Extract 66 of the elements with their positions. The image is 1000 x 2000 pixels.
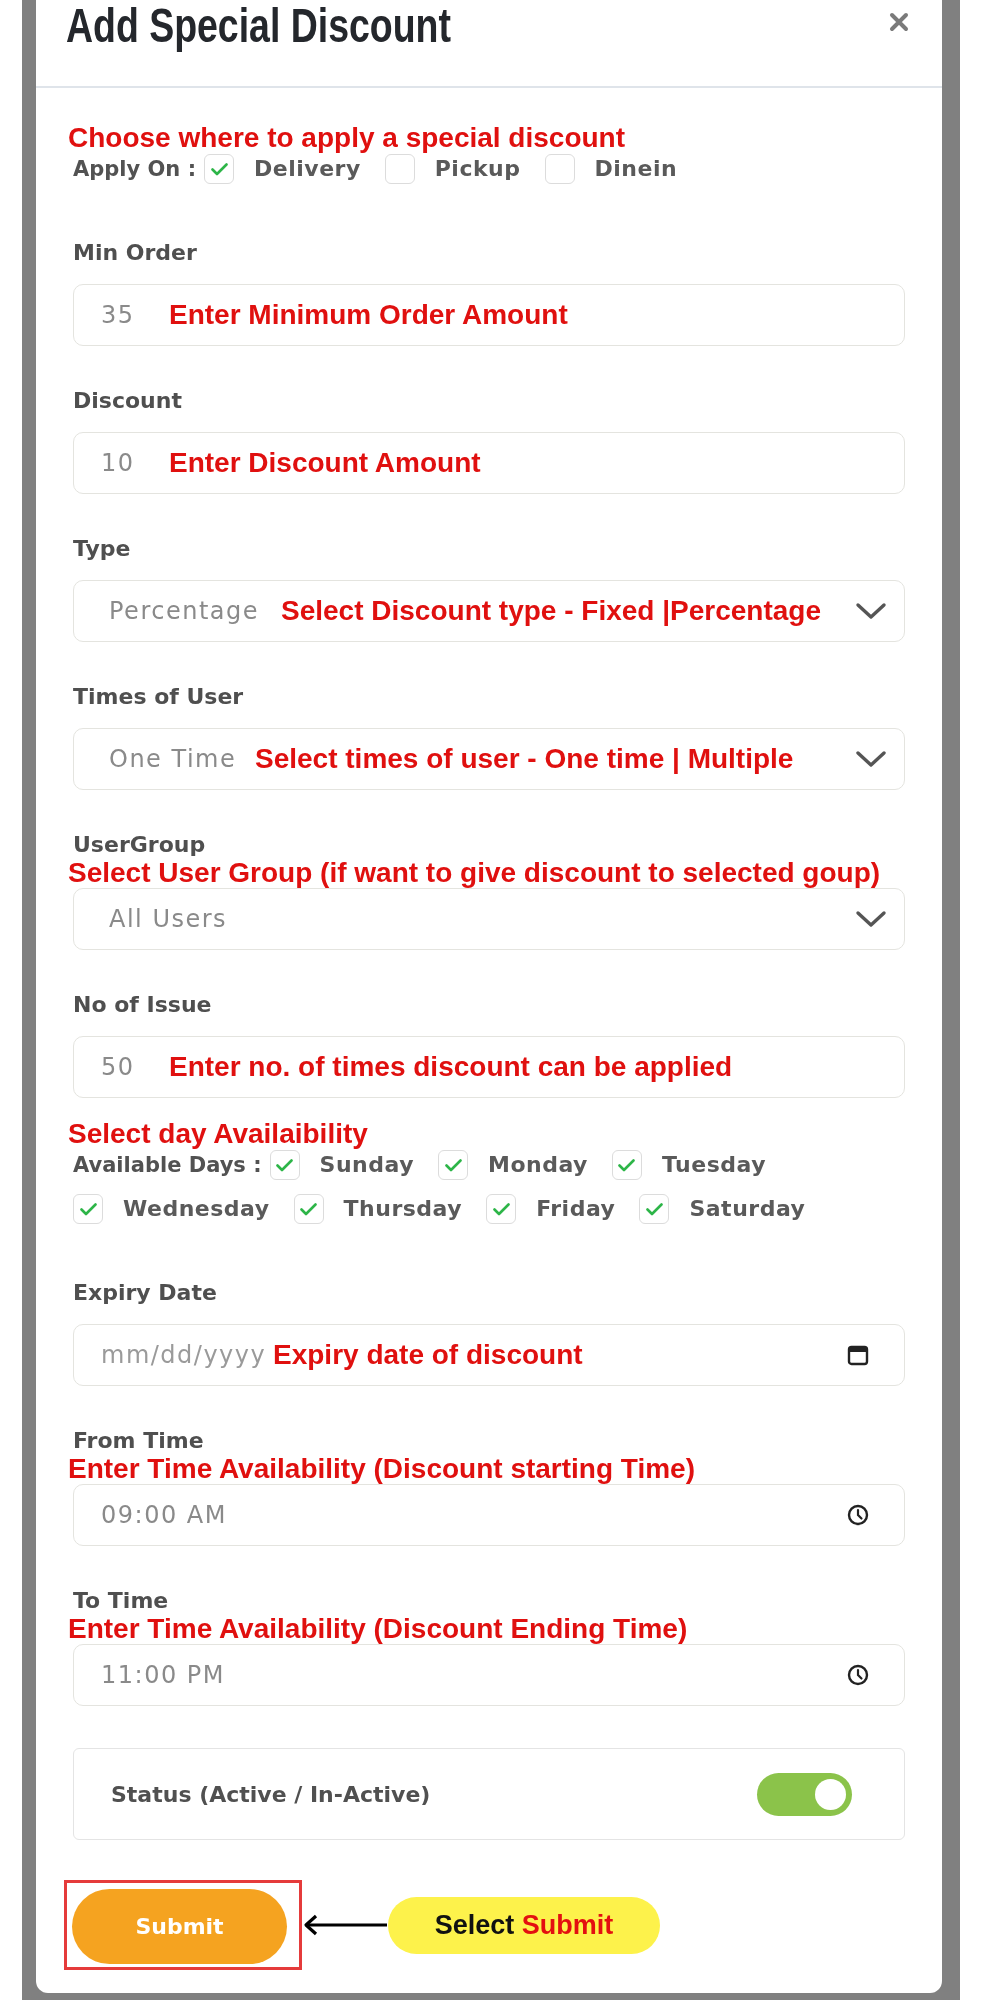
option-label: Tuesday	[661, 1152, 766, 1178]
toggle-switch[interactable]	[757, 1772, 852, 1816]
chevron-down-icon	[855, 750, 887, 768]
calendar-icon	[847, 1344, 869, 1366]
annotation-text: Choose where to apply a special discount	[68, 122, 627, 154]
checkmark-icon	[618, 1158, 636, 1172]
option-label: Monday	[488, 1152, 588, 1178]
checkbox[interactable]	[204, 154, 235, 184]
option-label: Thursday	[343, 1196, 463, 1222]
field-label: Type	[73, 536, 132, 562]
clock-icon	[847, 1664, 869, 1686]
checkbox[interactable]	[269, 1150, 300, 1180]
submit-button[interactable]: Submit	[72, 1889, 287, 1964]
checkmark-icon	[645, 1202, 663, 1216]
checkmark-icon	[300, 1202, 318, 1216]
option-label: Delivery	[254, 156, 361, 182]
checkbox[interactable]	[384, 154, 415, 184]
chevron-down-icon	[855, 910, 887, 928]
annotation-text: Select User Group (if want to give discount to selected goup)	[68, 858, 882, 888]
dropdown-select[interactable]: All Users	[73, 888, 905, 950]
annotation-text: Enter Time Availability (Discount Ending Time)	[68, 1614, 689, 1644]
time-input[interactable]: 11:00 PM	[73, 1644, 905, 1706]
checkbox[interactable]	[438, 1150, 468, 1180]
checkbox[interactable]	[486, 1194, 517, 1224]
field-label: From Time	[73, 1428, 205, 1454]
annotation-text: Enter Discount Amount	[169, 447, 481, 479]
annotation-text: Enter Time Availability (Discount starting Time)	[68, 1454, 697, 1484]
dialog-title: Add Special Discount	[66, 0, 451, 52]
option-label: Friday	[536, 1196, 616, 1222]
checkbox[interactable]	[73, 1194, 103, 1224]
option-label: Wednesday	[123, 1196, 270, 1222]
callout-text: Select Submit	[434, 1909, 614, 1941]
field-label: UserGroup	[73, 832, 207, 858]
option-label: Sunday	[319, 1152, 414, 1178]
checkbox[interactable]	[611, 1150, 642, 1180]
checkmark-icon	[79, 1202, 97, 1216]
clock-icon	[847, 1504, 869, 1526]
field-label: No of Issue	[73, 992, 213, 1018]
checkbox[interactable]	[639, 1194, 670, 1224]
annotation-text: Select times of user - One time | Multiple	[255, 743, 794, 775]
annotation-text: Enter Minimum Order Amount	[169, 299, 568, 331]
annotation-text: Expiry date of discount	[273, 1339, 583, 1371]
field-label: Apply On :	[73, 156, 197, 182]
checkbox[interactable]	[293, 1194, 324, 1224]
time-input[interactable]: 09:00 AM	[73, 1484, 905, 1546]
field-label: To Time	[73, 1588, 170, 1614]
field-label: Min Order	[73, 240, 198, 266]
chevron-down-icon	[855, 602, 887, 620]
close-button[interactable]	[889, 12, 909, 32]
annotation-text: Select day Availaibility	[68, 1118, 369, 1150]
field-label: Available Days :	[73, 1152, 262, 1178]
field-label: Expiry Date	[73, 1280, 218, 1306]
field-label: Times of User	[73, 684, 245, 710]
checkmark-icon	[210, 162, 228, 176]
annotation-text: Select Discount type - Fixed |Percentage	[281, 595, 821, 627]
checkmark-icon	[444, 1158, 462, 1172]
annotation-text: Enter no. of times discount can be applied	[169, 1051, 733, 1083]
close-icon	[889, 12, 909, 32]
option-label: Pickup	[434, 156, 521, 182]
option-label: Dinein	[594, 156, 678, 182]
status-label: Status (Active / In-Active)	[111, 1781, 431, 1807]
field-label: Discount	[73, 388, 183, 414]
checkbox[interactable]	[544, 154, 575, 184]
checkmark-icon	[276, 1158, 294, 1172]
checkmark-icon	[492, 1202, 510, 1216]
option-label: Saturday	[689, 1196, 806, 1222]
